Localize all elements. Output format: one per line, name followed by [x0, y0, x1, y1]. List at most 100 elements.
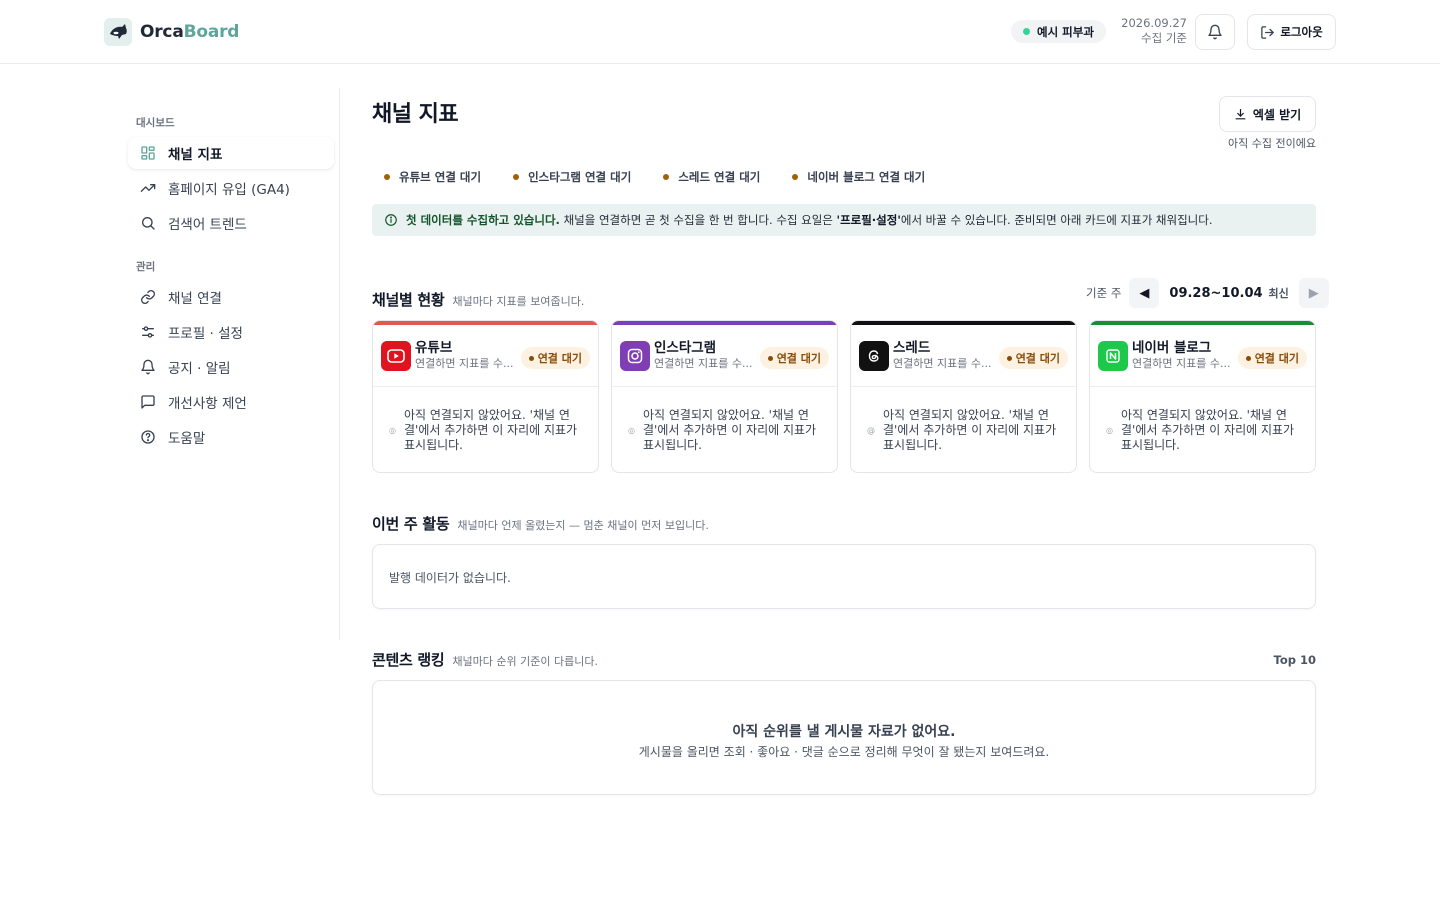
- top-bar: OrcaBoard 예시 피부과 2026.09.27 수집 기준 로그아웃: [0, 0, 1440, 64]
- sidebar-item-channel-metrics[interactable]: 채널 지표: [128, 137, 334, 169]
- ranking-empty: 아직 순위를 낼 게시물 자료가 없어요. 게시물을 올리면 조회 · 좋아요 …: [373, 721, 1315, 760]
- download-icon: [1235, 108, 1246, 119]
- status-youtube: 유튜브 연결 대기: [384, 169, 481, 185]
- collection-notice: 첫 데이터를 수집하고 있습니다. 채널을 연결하면 곧 첫 수집을 한 번 합…: [372, 204, 1316, 236]
- sidebar-section-manage: 관리: [136, 261, 156, 273]
- channel-card-youtube[interactable]: 유튜브 연결하면 지표를 수... 연결 대기 ◎ 아직 연결되지 않았어요. …: [372, 320, 599, 473]
- channel-card-naver-blog[interactable]: 네이버 블로그 연결하면 지표를 수... 연결 대기 ◎ 아직 연결되지 않았…: [1089, 320, 1316, 473]
- section-title-text: 이번 주 활동: [372, 515, 450, 533]
- instagram-small-icon: ◎: [628, 425, 635, 435]
- status-dot-icon: [1245, 355, 1251, 361]
- status-label: 유튜브 연결 대기: [399, 170, 482, 184]
- sidebar-item-label: 개선사항 제언: [168, 396, 247, 412]
- notifications-button[interactable]: [1195, 14, 1235, 50]
- ranking-section-title: 콘텐츠 랭킹 채널마다 순위 기준이 다릅니다.: [372, 649, 598, 670]
- brand-logo[interactable]: OrcaBoard: [104, 18, 239, 46]
- logout-label: 로그아웃: [1280, 25, 1323, 39]
- status-dot-icon: [663, 174, 670, 180]
- threads-icon: [859, 340, 889, 371]
- badge-label: 연결 대기: [1254, 352, 1299, 365]
- card-header: 인스타그램 연결하면 지표를 수... 연결 대기: [612, 325, 837, 387]
- card-header: 스레드 연결하면 지표를 수... 연결 대기: [851, 325, 1076, 387]
- brand-name-a: Orca: [140, 22, 184, 42]
- bell-icon: [1208, 24, 1222, 40]
- link-icon: [141, 290, 155, 304]
- card-empty-text: 아직 연결되지 않았어요. '채널 연결'에서 추가하면 이 자리에 지표가 표…: [642, 407, 817, 452]
- triangle-right-icon: ▶: [1308, 285, 1319, 301]
- logout-button[interactable]: 로그아웃: [1247, 14, 1336, 50]
- sidebar-item-label: 공지 · 알림: [168, 361, 231, 377]
- search-icon: [142, 217, 155, 230]
- channel-card-instagram[interactable]: 인스타그램 연결하면 지표를 수... 연결 대기 ◎ 아직 연결되지 않았어요…: [611, 320, 838, 473]
- channel-card-threads[interactable]: 스레드 연결하면 지표를 수... 연결 대기 @ 아직 연결되지 않았어요. …: [850, 320, 1077, 473]
- ranking-top-label: Top 10: [1273, 653, 1316, 667]
- notice-text-a: 채널을 연결하면 곧 첫 수집을 한 번 합니다. 수집 요일은: [559, 213, 837, 227]
- ranking-empty-sub: 게시물을 올리면 조회 · 좋아요 · 댓글 순으로 정리해 무엇이 잘 됐는지…: [638, 745, 1050, 759]
- sidebar-item-ga4[interactable]: 홈페이지 유입 (GA4): [128, 172, 334, 204]
- section-subtitle: 채널마다 순위 기준이 다릅니다.: [452, 655, 598, 668]
- section-title-text: 콘텐츠 랭킹: [372, 651, 445, 669]
- notice-bold: '프로필·설정': [836, 213, 901, 227]
- channel-status-row: 유튜브 연결 대기 인스타그램 연결 대기 스레드 연결 대기 네이버 블로그 …: [384, 169, 925, 185]
- naver-small-icon: ◎: [1106, 425, 1113, 435]
- status-dot-icon: [792, 174, 799, 180]
- sliders-icon: [142, 326, 154, 338]
- sidebar-item-label: 홈페이지 유입 (GA4): [168, 182, 290, 198]
- collection-date: 2026.09.27 수집 기준: [1112, 16, 1187, 46]
- sidebar-item-label: 검색어 트렌드: [168, 217, 247, 233]
- status-threads: 스레드 연결 대기: [663, 169, 760, 185]
- channel-name: 스레드: [893, 340, 931, 356]
- status-naver-blog: 네이버 블로그 연결 대기: [792, 169, 925, 185]
- instagram-icon: [620, 340, 650, 371]
- orca-logo-icon: [104, 18, 132, 46]
- channel-section-title: 채널별 현황 채널마다 지표를 보여줍니다.: [372, 289, 584, 310]
- badge-label: 연결 대기: [537, 352, 582, 365]
- activity-box: 발행 데이터가 없습니다.: [372, 544, 1316, 609]
- card-empty-text: 아직 연결되지 않았어요. '채널 연결'에서 추가하면 이 자리에 지표가 표…: [1120, 407, 1295, 452]
- ranking-empty-title: 아직 순위를 낼 게시물 자료가 없어요.: [732, 724, 956, 740]
- section-subtitle: 채널마다 언제 올렸는지 — 멈춘 채널이 먼저 보입니다.: [457, 519, 709, 532]
- excel-download-button[interactable]: 엑셀 받기: [1219, 96, 1316, 132]
- week-navigator: 기준 주 ◀ 09.28~10.04 최신 ▶: [1086, 278, 1329, 308]
- notice-strong: 첫 데이터를 수집하고 있습니다.: [406, 213, 560, 227]
- channel-name: 네이버 블로그: [1132, 340, 1212, 356]
- sidebar-item-label: 도움말: [168, 431, 206, 447]
- status-label: 네이버 블로그 연결 대기: [807, 170, 926, 184]
- org-name: 예시 피부과: [1037, 24, 1094, 39]
- logout-icon: [1261, 25, 1275, 39]
- status-label: 인스타그램 연결 대기: [528, 170, 632, 184]
- card-empty-text: 아직 연결되지 않았어요. '채널 연결'에서 추가하면 이 자리에 지표가 표…: [403, 407, 578, 452]
- prev-week-button[interactable]: ◀: [1129, 278, 1160, 308]
- section-subtitle: 채널마다 지표를 보여줍니다.: [452, 295, 585, 308]
- sidebar-item-profile-settings[interactable]: 프로필 · 설정: [128, 316, 334, 348]
- channel-name: 인스타그램: [654, 340, 717, 356]
- channel-desc: 연결하면 지표를 수...: [415, 357, 514, 370]
- channel-desc: 연결하면 지표를 수...: [893, 357, 992, 370]
- triangle-left-icon: ◀: [1139, 285, 1150, 301]
- excel-label: 엑셀 받기: [1252, 107, 1302, 122]
- status-instagram: 인스타그램 연결 대기: [513, 169, 631, 185]
- date-value: 2026.09.27: [1121, 16, 1187, 30]
- trending-up-icon: [140, 184, 156, 192]
- activity-section-title: 이번 주 활동 채널마다 언제 올렸는지 — 멈춘 채널이 먼저 보입니다.: [372, 513, 709, 534]
- sidebar-item-channel-connect[interactable]: 채널 연결: [128, 281, 334, 313]
- next-week-button[interactable]: ▶: [1298, 278, 1329, 308]
- message-icon: [141, 395, 155, 409]
- threads-small-icon: @: [867, 425, 875, 435]
- status-badge: 연결 대기: [520, 347, 590, 369]
- sidebar-item-help[interactable]: 도움말: [128, 421, 334, 453]
- sidebar-item-label: 채널 연결: [168, 291, 222, 307]
- sidebar-item-suggestions[interactable]: 개선사항 제언: [128, 386, 334, 418]
- sidebar-item-notices[interactable]: 공지 · 알림: [128, 351, 334, 383]
- channel-desc: 연결하면 지표를 수...: [1132, 357, 1231, 370]
- week-label: 기준 주: [1086, 286, 1122, 300]
- date-note: 수집 기준: [1141, 31, 1187, 45]
- org-chip[interactable]: 예시 피부과: [1011, 20, 1106, 43]
- bell-icon: [141, 359, 155, 375]
- week-latest: 최신: [1268, 287, 1289, 300]
- status-dot-icon: [528, 355, 534, 361]
- card-header: 유튜브 연결하면 지표를 수... 연결 대기: [373, 325, 598, 387]
- sidebar-item-search-trend[interactable]: 검색어 트렌드: [128, 207, 334, 239]
- section-title-text: 채널별 현황: [372, 291, 445, 309]
- badge-label: 연결 대기: [1015, 352, 1060, 365]
